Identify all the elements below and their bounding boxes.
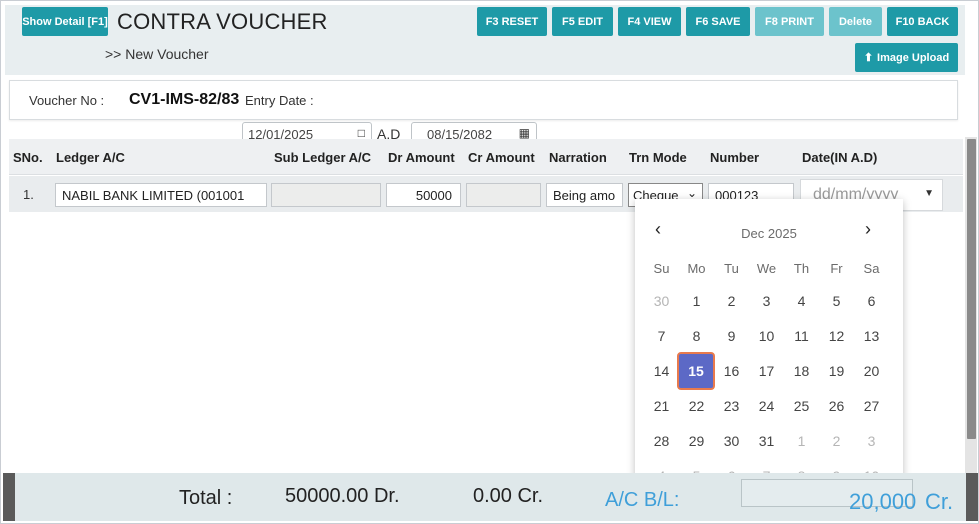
weekday-label: Su	[653, 261, 670, 276]
calendar-day[interactable]: 13	[854, 320, 889, 352]
col-dr-amount: Dr Amount	[388, 150, 455, 165]
ledger-input[interactable]: NABIL BANK LIMITED (001001	[55, 183, 267, 207]
calendar-day[interactable]: 2	[819, 425, 854, 457]
weekday-label: Fr	[830, 261, 843, 276]
weekday-label: We	[756, 261, 777, 276]
acbl-amount: 20,000	[849, 489, 917, 514]
calendar-day[interactable]: 16	[714, 355, 749, 387]
acbl-suffix: Cr.	[925, 489, 954, 514]
calendar-day[interactable]: 6	[854, 285, 889, 317]
calendar-day[interactable]: 2	[714, 285, 749, 317]
col-ledger: Ledger A/C	[56, 150, 125, 165]
calendar-day[interactable]: 31	[749, 425, 784, 457]
calendar-day[interactable]: 19	[819, 355, 854, 387]
calendar-day[interactable]: 3	[749, 285, 784, 317]
calendar-icon: ▦	[518, 126, 530, 140]
calendar-day[interactable]: 12	[819, 320, 854, 352]
calendar-day[interactable]: 23	[714, 390, 749, 422]
calendar-day[interactable]: 22	[679, 390, 714, 422]
calendar-day[interactable]: 1	[784, 425, 819, 457]
next-month-icon[interactable]: ›	[865, 219, 871, 240]
col-number: Number	[710, 150, 760, 165]
col-date: Date(IN A.D)	[802, 150, 878, 165]
calendar-day[interactable]: 28	[644, 425, 679, 457]
reset-button[interactable]: F3 RESET	[477, 7, 547, 36]
row-sno: 1.	[23, 187, 34, 202]
weekday-label: Sa	[863, 261, 880, 276]
save-button[interactable]: F6 SAVE	[686, 7, 750, 36]
calendar-day[interactable]: 1	[679, 285, 714, 317]
calendar-day[interactable]: 30	[714, 425, 749, 457]
image-upload-button[interactable]: ⬆ Image Upload	[855, 43, 958, 72]
narration-input[interactable]: Being amo	[546, 183, 623, 207]
scrollbar-thumb[interactable]	[967, 139, 976, 439]
voucher-no-value: CV1-IMS-82/83	[129, 91, 240, 108]
cr-amount-input[interactable]	[466, 183, 541, 207]
back-button[interactable]: F10 BACK	[887, 7, 958, 36]
total-dr-value: 50000.00 Dr.	[285, 485, 400, 507]
calendar-day[interactable]: 4	[784, 285, 819, 317]
calendar-day[interactable]: 5	[819, 285, 854, 317]
col-sno: SNo.	[13, 150, 43, 165]
calendar-day[interactable]: 14	[644, 355, 679, 387]
calendar-icon: □	[357, 126, 365, 140]
sub-ledger-input[interactable]	[271, 183, 381, 207]
weekday-label: Tu	[724, 261, 739, 276]
date-picker-popup: ‹ Dec 2025 › Su Mo Tu We Th Fr Sa 30 1 2 3 4 5 6 7 8 9 10…	[635, 199, 903, 499]
edit-button[interactable]: F5 EDIT	[552, 7, 613, 36]
delete-button[interactable]: Delete	[829, 7, 882, 36]
breadcrumb: >> New Voucher	[105, 46, 209, 62]
calendar-day[interactable]: 8	[679, 320, 714, 352]
calendar-day[interactable]: 26	[819, 390, 854, 422]
dr-amount-input[interactable]: 50000	[386, 183, 461, 207]
calendar-day[interactable]: 30	[644, 285, 679, 317]
calendar-day[interactable]: 21	[644, 390, 679, 422]
col-cr-amount: Cr Amount	[468, 150, 535, 165]
chevron-down-icon: ⌄	[686, 186, 697, 200]
calendar-day[interactable]: 20	[854, 355, 889, 387]
calendar-day[interactable]: 18	[784, 355, 819, 387]
image-upload-label: Image Upload	[877, 51, 950, 64]
total-cr-value: 0.00 Cr.	[473, 485, 544, 507]
calendar-day[interactable]: 9	[714, 320, 749, 352]
col-trn-mode: Trn Mode	[629, 150, 687, 165]
total-label: Total :	[179, 487, 233, 509]
show-detail-button[interactable]: Show Detail [F1]	[22, 7, 108, 36]
upload-icon: ⬆	[863, 52, 874, 64]
calendar-day[interactable]: 25	[784, 390, 819, 422]
print-button[interactable]: F8 PRINT	[755, 7, 824, 36]
page-title: CONTRA VOUCHER	[117, 9, 328, 34]
calendar-day[interactable]: 10	[749, 320, 784, 352]
calendar-day[interactable]: 7	[644, 320, 679, 352]
calendar-day[interactable]: 24	[749, 390, 784, 422]
entry-date-label: Entry Date :	[245, 93, 314, 108]
col-sub-ledger: Sub Ledger A/C	[274, 150, 372, 165]
acbl-label: A/C B/L:	[605, 489, 680, 511]
weekday-label: Th	[793, 261, 810, 276]
contra-voucher-window: Show Detail [F1] CONTRA VOUCHER >> New V…	[0, 0, 979, 524]
calendar-day[interactable]: 17	[749, 355, 784, 387]
col-narration: Narration	[549, 150, 607, 165]
calendar-day[interactable]: 3	[854, 425, 889, 457]
footer-left-edge	[3, 473, 15, 521]
view-button[interactable]: F4 VIEW	[618, 7, 681, 36]
dropdown-arrow-icon[interactable]: ▼	[924, 188, 934, 199]
calendar-day[interactable]: 29	[679, 425, 714, 457]
calendar-day[interactable]: 27	[854, 390, 889, 422]
calendar-day[interactable]: 11	[784, 320, 819, 352]
voucher-no-label: Voucher No :	[29, 93, 105, 108]
footer-right-edge	[966, 473, 978, 521]
weekday-label: Mo	[687, 261, 706, 276]
calendar-month-label: Dec 2025	[741, 226, 797, 241]
calendar-day-selected[interactable]: 15	[677, 352, 715, 390]
